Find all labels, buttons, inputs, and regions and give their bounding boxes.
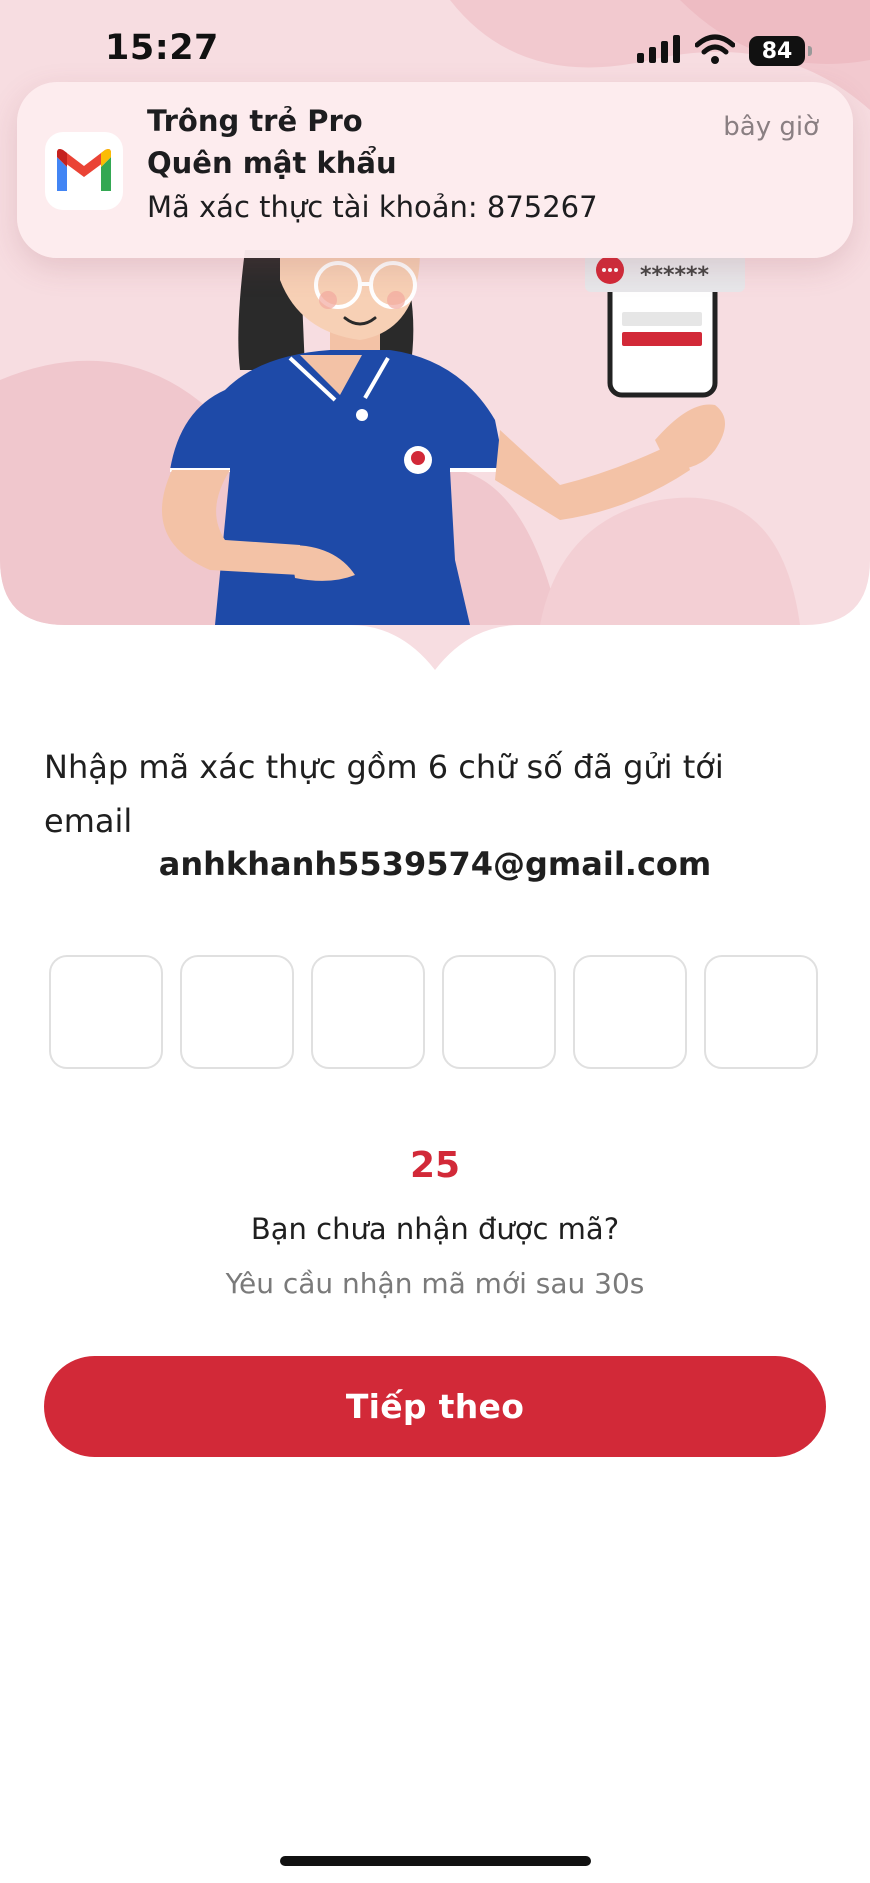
notification-time: bây giờ	[723, 112, 819, 142]
gmail-icon	[45, 132, 123, 210]
wifi-icon	[694, 34, 736, 68]
otp-input-group	[49, 955, 818, 1069]
gmail-notification[interactable]: Trông trẻ Pro Quên mật khẩu Mã xác thực …	[17, 82, 853, 258]
bubble-masked-code: ******	[640, 263, 710, 288]
instruction-text: Nhập mã xác thực gồm 6 chữ số đã gửi tới…	[44, 748, 724, 840]
next-button[interactable]: Tiếp theo	[44, 1356, 826, 1457]
notification-title: Quên mật khẩu	[147, 146, 397, 180]
home-indicator[interactable]	[280, 1856, 591, 1866]
otp-digit-6[interactable]	[704, 955, 818, 1069]
notification-app-name: Trông trẻ Pro	[147, 104, 363, 138]
battery-icon: 84	[749, 36, 812, 66]
battery-level: 84	[761, 38, 793, 64]
cellular-signal-icon	[637, 35, 681, 67]
otp-digit-2[interactable]	[180, 955, 294, 1069]
countdown-timer: 25	[409, 1145, 461, 1186]
status-time: 15:27	[105, 28, 219, 68]
not-received-text: Bạn chưa nhận được mã?	[250, 1212, 620, 1246]
otp-digit-4[interactable]	[442, 955, 556, 1069]
otp-digit-1[interactable]	[49, 955, 163, 1069]
resend-code-note: Yêu cầu nhận mã mới sau 30s	[225, 1267, 645, 1300]
status-icons: 84	[637, 34, 812, 68]
recipient-email: anhkhanh5539574@gmail.com	[158, 845, 712, 883]
notification-body: Mã xác thực tài khoản: 875267	[147, 190, 598, 224]
otp-digit-3[interactable]	[311, 955, 425, 1069]
otp-digit-5[interactable]	[573, 955, 687, 1069]
